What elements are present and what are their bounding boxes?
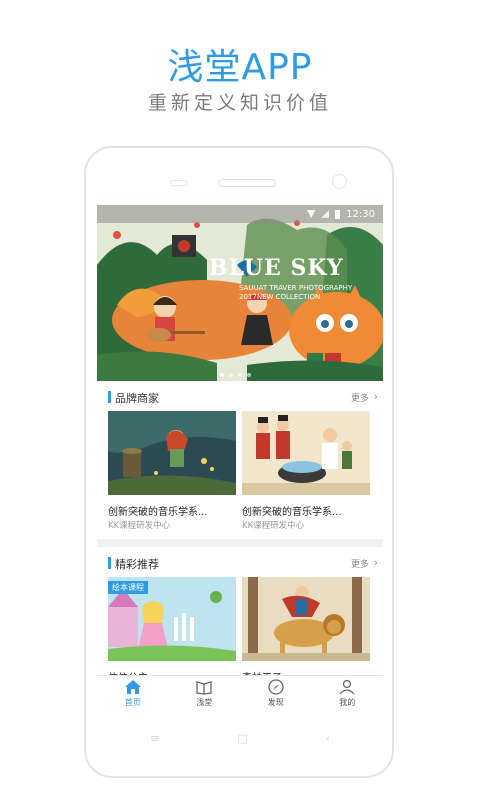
front-camera [332, 174, 347, 189]
section-recommended: 精彩推荐 更多 › 绘本课程 [97, 547, 383, 684]
home-icon [124, 680, 141, 694]
section-accent-bar [108, 557, 111, 569]
more-link[interactable]: 更多 [351, 391, 369, 404]
banner-title: BLUE SKY [209, 255, 344, 281]
course-title: 创新突破的音乐学系... [242, 507, 342, 518]
hero-banner[interactable]: BLUE SKY SAUUAT TRAVER PHOTOGRAPHY 2017N… [97, 205, 383, 381]
carousel-dot[interactable] [229, 373, 233, 377]
section-title: 品牌商家 [115, 392, 159, 405]
proximity-sensor [170, 180, 188, 186]
section-header: 精彩推荐 更多 › [97, 547, 383, 577]
course-thumbnail-art [108, 411, 236, 495]
earpiece-speaker [218, 179, 276, 187]
course-title: 创新突破的音乐学系... [108, 507, 208, 518]
tab-discover[interactable]: 发现 [240, 676, 312, 712]
course-tag: 绘本课程 [108, 581, 148, 594]
back-key-icon[interactable]: ‹ [326, 732, 330, 745]
course-provider: KK课程研发中心 [242, 521, 305, 531]
course-provider: KK课程研发中心 [108, 521, 171, 531]
course-thumbnail[interactable] [242, 577, 370, 661]
status-bar: 12:30 [97, 205, 383, 223]
compass-icon [268, 679, 284, 695]
section-accent-bar [108, 391, 111, 403]
user-icon [339, 679, 355, 695]
tab-qiantang[interactable]: 浅堂 [169, 676, 241, 712]
section-title: 精彩推荐 [115, 558, 159, 571]
banner-subtitle-line1: SAUUAT TRAVER PHOTOGRAPHY [239, 284, 353, 292]
tab-label: 发现 [267, 698, 284, 707]
android-nav-keys: ≡ □ ‹ [150, 732, 330, 745]
book-icon [196, 681, 212, 695]
signal-icon [321, 210, 330, 218]
tab-label: 浅堂 [196, 698, 213, 707]
course-thumbnail[interactable] [108, 411, 236, 495]
promo-subtitle: 重新定义知识价值 [147, 92, 332, 114]
status-time: 12:30 [346, 208, 375, 220]
carousel-indicator[interactable] [220, 373, 251, 377]
tab-home[interactable]: 首页 [97, 676, 169, 712]
promo-title: 浅堂APP [167, 47, 313, 88]
chevron-right-icon[interactable]: › [374, 390, 378, 403]
menu-key-icon[interactable]: ≡ [150, 732, 159, 745]
carousel-dot[interactable] [247, 373, 251, 377]
tab-label: 我的 [339, 698, 356, 707]
course-thumbnail-art [242, 577, 370, 661]
app-screen: BLUE SKY SAUUAT TRAVER PHOTOGRAPHY 2017N… [97, 205, 383, 712]
section-header: 品牌商家 更多 › [97, 381, 383, 411]
course-thumbnail[interactable] [242, 411, 370, 495]
course-thumbnail-art [242, 411, 370, 495]
banner-subtitle-line2: 2017NEW COLLECTION [239, 293, 321, 301]
wifi-icon [307, 210, 316, 218]
battery-icon [335, 209, 341, 219]
tab-label: 首页 [124, 698, 141, 707]
bottom-tab-bar: 首页 浅堂 发现 我的 [97, 675, 383, 712]
carousel-dot[interactable] [220, 373, 224, 377]
chevron-right-icon[interactable]: › [374, 556, 378, 569]
tab-profile[interactable]: 我的 [312, 676, 384, 712]
carousel-dot[interactable] [238, 373, 242, 377]
section-brand-merchants: 品牌商家 更多 › 创新突破的音乐学系... KK课程研发中心 创新突破的音乐学… [97, 381, 383, 539]
home-key-icon[interactable]: □ [237, 732, 247, 745]
more-link[interactable]: 更多 [351, 557, 369, 570]
